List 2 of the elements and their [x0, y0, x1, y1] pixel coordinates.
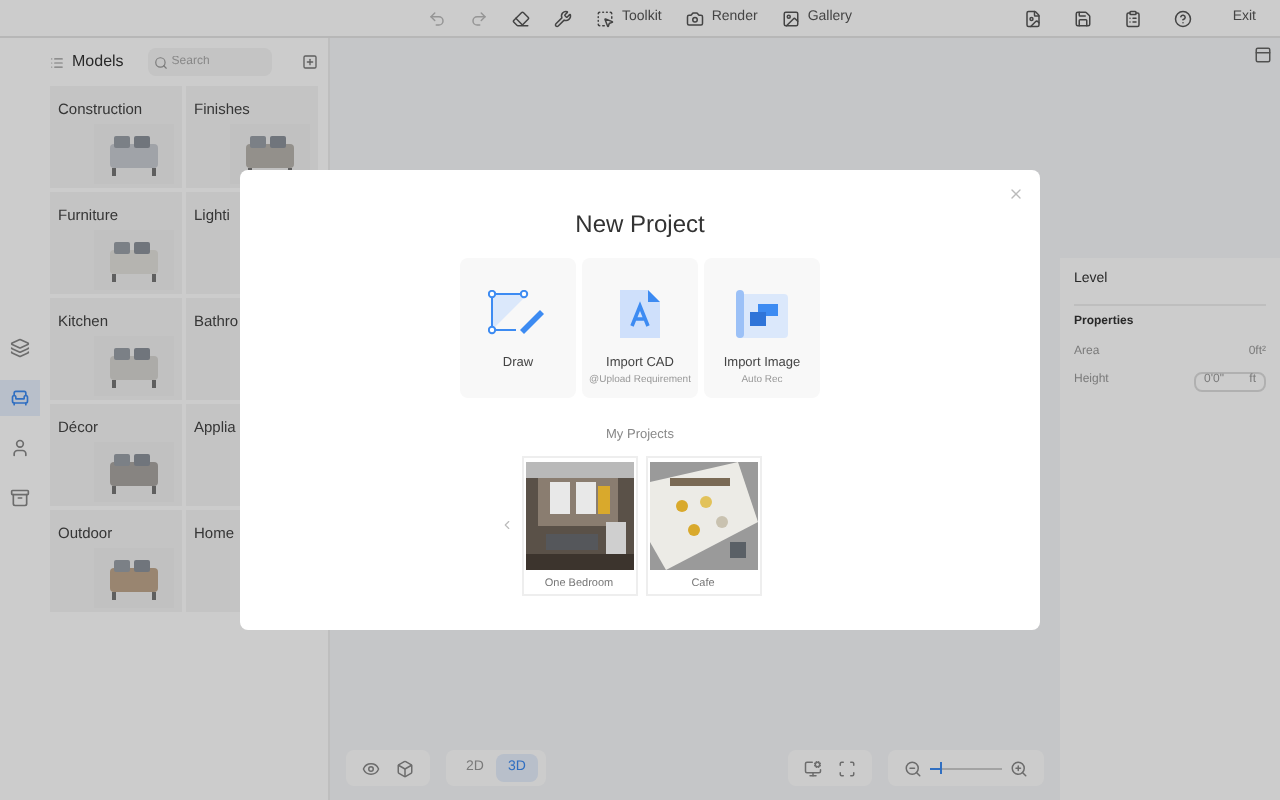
panel-title: Models: [72, 50, 124, 74]
dialog-title: New Project: [575, 208, 705, 242]
